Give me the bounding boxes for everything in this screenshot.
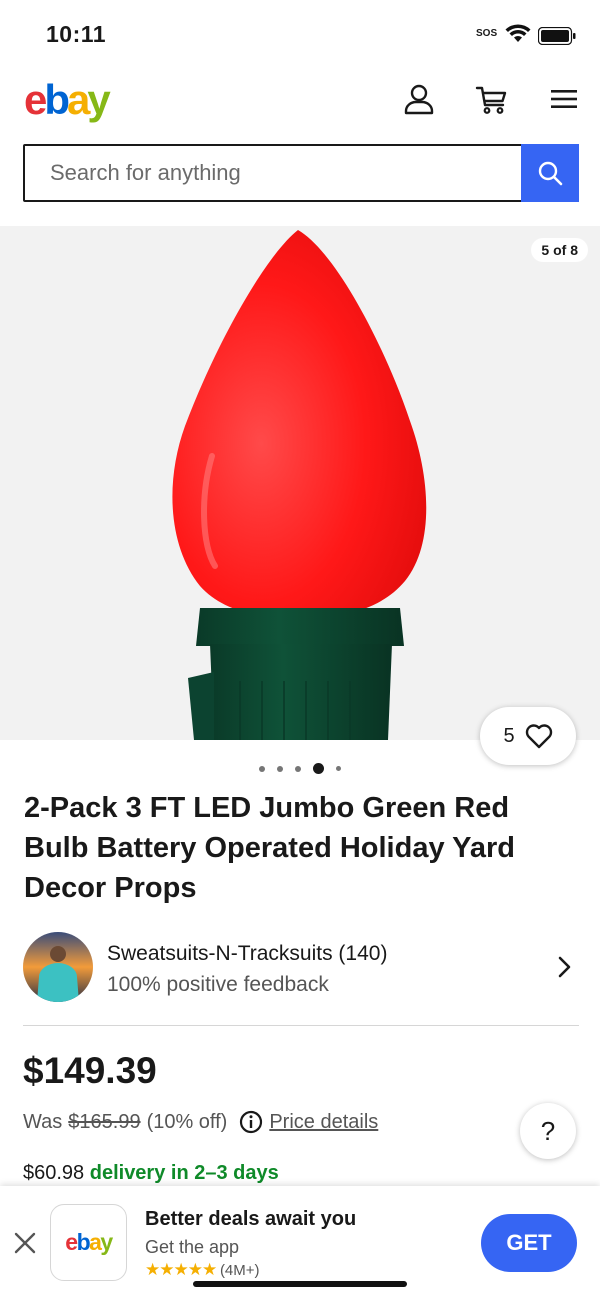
chevron-right-icon <box>558 956 571 978</box>
logo-letter: e <box>65 1229 78 1255</box>
app-logo: ebay <box>50 1204 127 1281</box>
menu-icon[interactable] <box>548 82 582 116</box>
logo-letter: b <box>76 1229 91 1255</box>
logo-letter: y <box>87 76 110 123</box>
seller-card[interactable]: Sweatsuits-N-Tracksuits (140) 100% posit… <box>23 932 579 1006</box>
delivery-cost: $60.98 <box>23 1162 85 1184</box>
seller-name: Sweatsuits-N-Tracksuits (140) <box>107 942 388 965</box>
was-price: $165.99 <box>68 1110 141 1133</box>
banner-subtitle: Get the app <box>145 1237 240 1257</box>
search-icon <box>538 161 563 186</box>
home-indicator <box>193 1281 407 1287</box>
was-label: Was <box>23 1110 63 1133</box>
delivery-time: delivery in 2–3 days <box>89 1162 279 1184</box>
status-bar: 10:11 SOS <box>0 0 600 66</box>
info-icon[interactable] <box>239 1110 263 1134</box>
battery-icon <box>538 27 576 45</box>
logo-letter: a <box>67 76 90 123</box>
product-image-gallery[interactable]: 5 of 8 <box>0 226 600 740</box>
ebay-logo[interactable]: ebay <box>24 76 111 124</box>
cart-icon[interactable] <box>475 82 509 116</box>
price-details-link[interactable]: Price details <box>269 1111 378 1134</box>
carousel-dot <box>336 766 341 771</box>
header: ebay <box>0 66 600 132</box>
carousel-dots <box>0 763 600 774</box>
item-title: 2-Pack 3 FT LED Jumbo Green Red Bulb Bat… <box>24 792 515 904</box>
watch-button[interactable]: 5 <box>480 707 576 765</box>
seller-avatar <box>23 932 93 1002</box>
logo-letter: b <box>44 76 70 123</box>
heart-icon <box>525 724 552 749</box>
carousel-dot-active <box>313 763 324 774</box>
carousel-dot <box>259 765 265 772</box>
seller-feedback: 100% positive feedback <box>107 973 329 996</box>
help-button[interactable]: ? <box>520 1103 576 1159</box>
carousel-dot <box>295 765 301 772</box>
search-bar <box>23 144 579 202</box>
discount-text: (10% off) <box>146 1110 228 1133</box>
search-button[interactable] <box>521 144 579 202</box>
item-price: $149.39 <box>23 1050 157 1091</box>
logo-letter: y <box>100 1229 113 1255</box>
was-price-line: Was $165.99 (10% off) Price details <box>23 1110 378 1134</box>
search-input[interactable] <box>25 146 521 200</box>
watch-count: 5 <box>503 724 515 747</box>
image-counter: 5 of 8 <box>531 238 588 262</box>
sos-indicator: SOS <box>476 28 498 39</box>
divider <box>23 1025 579 1026</box>
rating-stars: ★★★★★ (4M+) <box>145 1260 260 1280</box>
logo-letter: a <box>89 1229 102 1255</box>
logo-letter: e <box>24 76 47 123</box>
product-image <box>172 230 427 740</box>
get-app-button[interactable]: GET <box>481 1214 577 1272</box>
status-time: 10:11 <box>46 21 107 47</box>
banner-title: Better deals await you <box>145 1208 357 1230</box>
delivery-info: $60.98 delivery in 2–3 days <box>23 1162 279 1185</box>
close-icon[interactable] <box>12 1230 38 1256</box>
carousel-dot <box>277 765 283 772</box>
wifi-icon <box>505 24 531 42</box>
rating-count: (4M+) <box>219 1262 260 1279</box>
user-icon[interactable] <box>402 82 436 116</box>
stars-icon: ★★★★★ <box>145 1260 217 1279</box>
